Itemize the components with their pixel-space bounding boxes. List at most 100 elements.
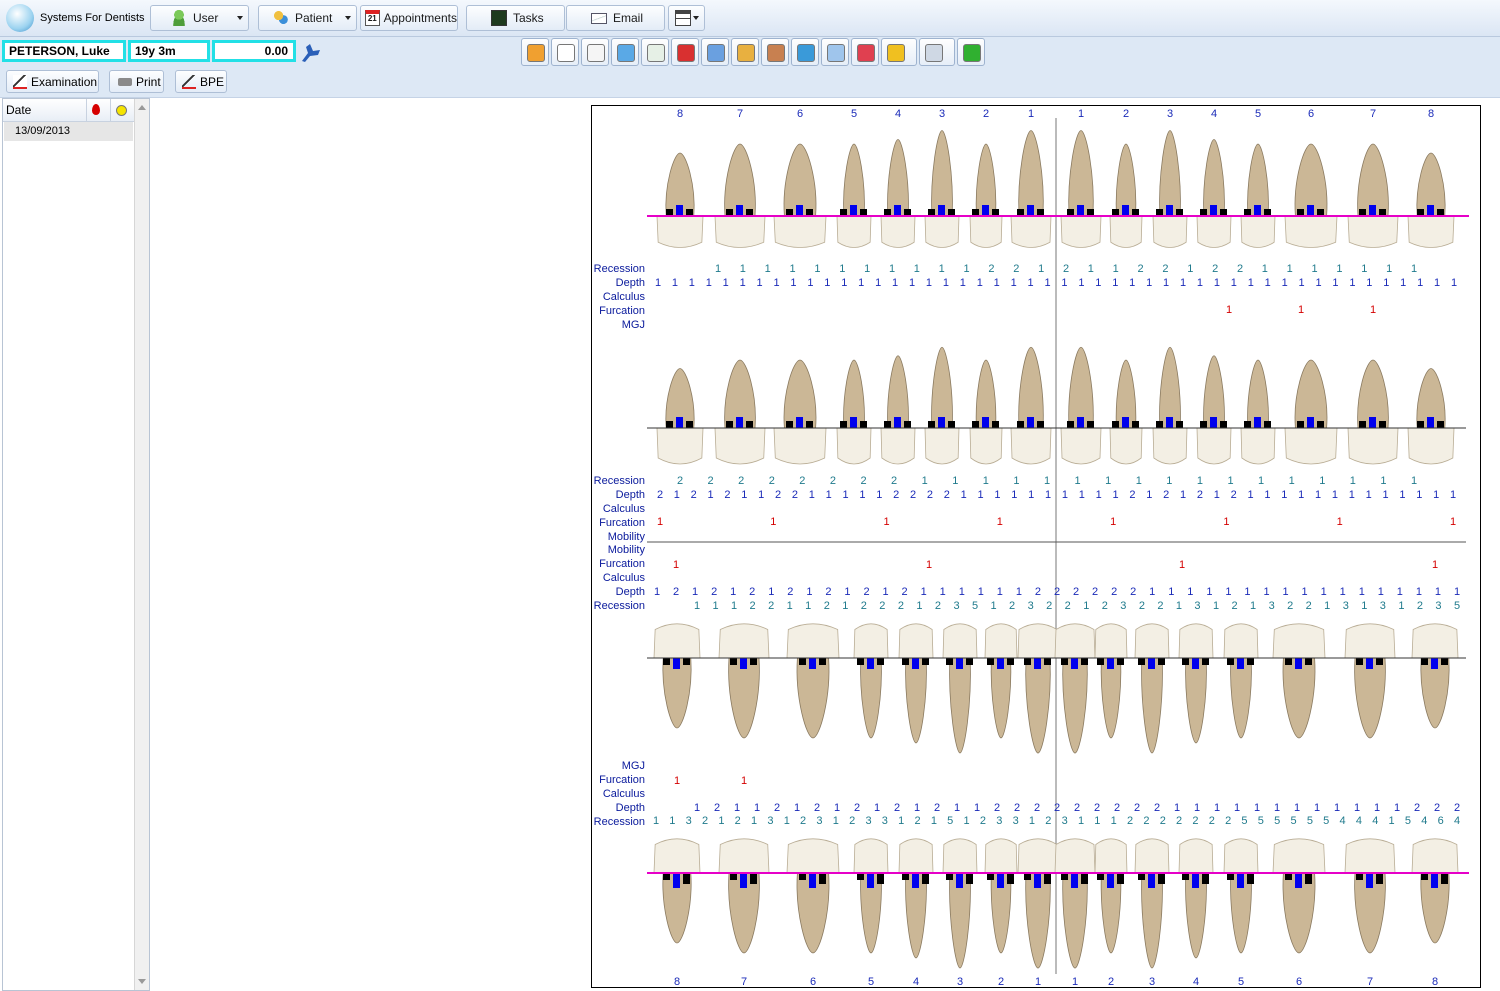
pocket-bar bbox=[987, 873, 994, 880]
lips-icon[interactable] bbox=[851, 38, 879, 66]
recession-value: 3 bbox=[865, 815, 871, 827]
depth-value: 1 bbox=[1315, 277, 1321, 289]
tooth-treatment-icon[interactable] bbox=[611, 38, 639, 66]
patient-balance-field[interactable]: 0.00 bbox=[212, 40, 296, 62]
lower-buccal-tooth-crown bbox=[984, 838, 1018, 874]
depth-value: 2 bbox=[814, 802, 820, 814]
depth-value: 1 bbox=[1129, 277, 1135, 289]
recession-value: 3 bbox=[1435, 600, 1441, 612]
list-item[interactable]: 13/09/2013 bbox=[4, 122, 133, 141]
row-label: Calculus bbox=[603, 503, 646, 515]
lips-icon-glyph bbox=[857, 44, 875, 62]
pocket-bar bbox=[1107, 873, 1114, 888]
pocket-bar bbox=[1202, 873, 1209, 884]
recession-value: 2 bbox=[1046, 600, 1052, 612]
recession-value: 3 bbox=[1062, 815, 1068, 827]
recession-value: 1 bbox=[1380, 475, 1386, 487]
pocket-bar bbox=[1158, 873, 1165, 884]
pocket-bar bbox=[938, 205, 945, 216]
recession-value: 3 bbox=[882, 815, 888, 827]
recession-value: 3 bbox=[816, 815, 822, 827]
depth-value: 2 bbox=[1129, 489, 1135, 501]
lower-lingual-tooth-crown bbox=[1178, 623, 1214, 659]
stack-icon[interactable] bbox=[791, 38, 819, 66]
recession-value: 1 bbox=[1013, 475, 1019, 487]
lower-lingual-tooth-crown bbox=[1411, 623, 1459, 659]
depth-value: 2 bbox=[1434, 802, 1440, 814]
patient-name-field[interactable]: PETERSON, Luke bbox=[2, 40, 126, 62]
email-button[interactable]: Email bbox=[566, 5, 665, 31]
user-menu-button[interactable]: User bbox=[150, 5, 249, 31]
pocket-bar bbox=[860, 421, 867, 428]
depth-value: 1 bbox=[1299, 277, 1305, 289]
xray-image-icon[interactable] bbox=[761, 38, 789, 66]
depth-value: 1 bbox=[1265, 277, 1271, 289]
upper-buccal-tooth-crown bbox=[969, 215, 1003, 248]
perio-chart-canvas[interactable]: 8 7 6 5 4 3 2 1 1 2 3 4 5 6 7 88 7 6 5 4 3 2 1 1 2 3 4 5 6 7 8Recessio… bbox=[592, 106, 1480, 987]
recession-value: 5 bbox=[972, 600, 978, 612]
patient-menu-button[interactable]: Patient bbox=[258, 5, 357, 31]
bpe-button[interactable]: BPE bbox=[175, 70, 227, 93]
depth-value: 1 bbox=[1298, 489, 1304, 501]
depth-value: 2 bbox=[1035, 586, 1041, 598]
recession-value: 2 bbox=[1417, 600, 1423, 612]
depth-value: 1 bbox=[1382, 489, 1388, 501]
tasks-button[interactable]: Tasks bbox=[466, 5, 565, 31]
print-button[interactable]: Print bbox=[109, 70, 164, 93]
plaque-dot-icon[interactable] bbox=[116, 105, 127, 116]
pocket-bar bbox=[884, 209, 891, 216]
card-icon[interactable] bbox=[821, 38, 849, 66]
column-header-date[interactable]: Date bbox=[6, 103, 31, 117]
recession-value: 1 bbox=[1350, 475, 1356, 487]
pocket-bar bbox=[1200, 209, 1207, 216]
dental-chair-icon[interactable] bbox=[298, 41, 322, 63]
pocket-bar bbox=[673, 658, 680, 669]
appointments-button[interactable]: 21 Appointments bbox=[360, 5, 458, 31]
depth-value: 1 bbox=[1454, 586, 1460, 598]
furcation-value: 1 bbox=[770, 516, 776, 528]
scroll-up-icon[interactable] bbox=[138, 105, 146, 110]
tooth-number: 3 bbox=[939, 108, 945, 120]
depth-value: 2 bbox=[1054, 586, 1060, 598]
depth-value: 1 bbox=[876, 489, 882, 501]
paperclip-icon[interactable] bbox=[701, 38, 729, 66]
depth-value: 1 bbox=[1180, 277, 1186, 289]
recession-value: 1 bbox=[1213, 600, 1219, 612]
recession-value: 2 bbox=[708, 475, 714, 487]
depth-value: 1 bbox=[874, 802, 880, 814]
bleeding-drop-icon[interactable] bbox=[92, 104, 100, 115]
depth-value: 1 bbox=[741, 489, 747, 501]
pocket-bar bbox=[1077, 205, 1084, 216]
home-icon[interactable] bbox=[521, 38, 549, 66]
depth-value: 1 bbox=[1433, 489, 1439, 501]
document-icon[interactable] bbox=[641, 38, 669, 66]
calendar-icon[interactable] bbox=[551, 38, 579, 66]
tooth-number: 4 bbox=[1211, 108, 1217, 120]
recession-value: 1 bbox=[784, 815, 790, 827]
scroll-down-icon[interactable] bbox=[138, 979, 146, 984]
pocket-bar bbox=[1192, 873, 1199, 888]
lower-lingual-tooth-root bbox=[860, 657, 882, 739]
examination-icon[interactable] bbox=[581, 38, 609, 66]
pocket-bar bbox=[1112, 209, 1119, 216]
patient-age-field[interactable]: 19y 3m bbox=[128, 40, 210, 62]
examination-button[interactable]: Examination bbox=[6, 70, 99, 93]
depth-value: 2 bbox=[825, 586, 831, 598]
recession-value: 1 bbox=[1088, 263, 1094, 275]
lower-lingual-tooth-root bbox=[1100, 657, 1122, 739]
recession-value: 2 bbox=[879, 600, 885, 612]
recession-value: 2 bbox=[1212, 263, 1218, 275]
recession-value: 1 bbox=[1038, 263, 1044, 275]
layout-icon[interactable] bbox=[919, 38, 955, 66]
recession-value: 2 bbox=[1065, 600, 1071, 612]
pen-icon[interactable] bbox=[881, 38, 917, 66]
layout-menu-button[interactable] bbox=[668, 5, 705, 31]
medical-kit-icon[interactable] bbox=[671, 38, 699, 66]
add-calendar-icon[interactable] bbox=[957, 38, 985, 66]
furcation-value: 1 bbox=[1223, 516, 1229, 528]
scales-icon[interactable] bbox=[731, 38, 759, 66]
lower-buccal-tooth-crown bbox=[1223, 838, 1259, 874]
recession-value: 1 bbox=[1029, 815, 1035, 827]
vertical-scrollbar[interactable] bbox=[134, 99, 149, 990]
depth-value: 1 bbox=[1315, 489, 1321, 501]
